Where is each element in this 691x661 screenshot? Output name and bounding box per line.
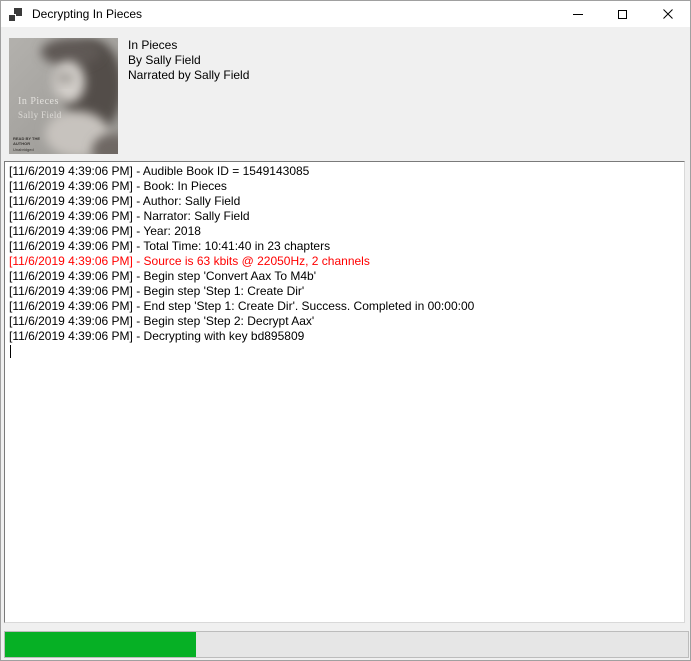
log-line: [11/6/2019 4:39:06 PM] - Begin step 'Ste… [9, 284, 680, 299]
app-window: Decrypting In Pieces [0, 0, 691, 661]
text-caret [10, 345, 11, 358]
log-line: [11/6/2019 4:39:06 PM] - Book: In Pieces [9, 179, 680, 194]
caret-line [9, 344, 680, 359]
progress-bar [4, 631, 689, 658]
book-title: In Pieces [128, 38, 249, 53]
close-icon [663, 9, 673, 19]
maximize-button[interactable] [600, 1, 645, 27]
log-line: [11/6/2019 4:39:06 PM] - Author: Sally F… [9, 194, 680, 209]
book-info: In Pieces By Sally Field Narrated by Sal… [128, 38, 249, 83]
close-button[interactable] [645, 1, 690, 27]
progress-fill [5, 632, 196, 657]
window-title: Decrypting In Pieces [32, 7, 142, 21]
cover-edition-text: Unabridged [13, 147, 34, 152]
cover-title-text: In Pieces [18, 96, 59, 107]
title-bar[interactable]: Decrypting In Pieces [1, 1, 690, 27]
minimize-button[interactable] [555, 1, 600, 27]
log-textbox[interactable]: [11/6/2019 4:39:06 PM] - Audible Book ID… [4, 161, 685, 623]
log-line: [11/6/2019 4:39:06 PM] - Begin step 'Ste… [9, 314, 680, 329]
log-line: [11/6/2019 4:39:06 PM] - Source is 63 kb… [9, 254, 680, 269]
log-line: [11/6/2019 4:39:06 PM] - Decrypting with… [9, 329, 680, 344]
book-narrator: Narrated by Sally Field [128, 68, 249, 83]
log-line: [11/6/2019 4:39:06 PM] - End step 'Step … [9, 299, 680, 314]
cover-readby-text: READ BY THE AUTHOR [13, 136, 43, 146]
book-cover-image: In Pieces Sally Field READ BY THE AUTHOR… [9, 38, 118, 154]
minimize-icon [573, 14, 583, 15]
cover-author-text: Sally Field [18, 110, 62, 120]
log-line: [11/6/2019 4:39:06 PM] - Audible Book ID… [9, 164, 680, 179]
log-line: [11/6/2019 4:39:06 PM] - Year: 2018 [9, 224, 680, 239]
log-line: [11/6/2019 4:39:06 PM] - Narrator: Sally… [9, 209, 680, 224]
log-line: [11/6/2019 4:39:06 PM] - Total Time: 10:… [9, 239, 680, 254]
maximize-icon [618, 10, 627, 19]
book-author: By Sally Field [128, 53, 249, 68]
app-icon [9, 8, 22, 21]
log-line: [11/6/2019 4:39:06 PM] - Begin step 'Con… [9, 269, 680, 284]
